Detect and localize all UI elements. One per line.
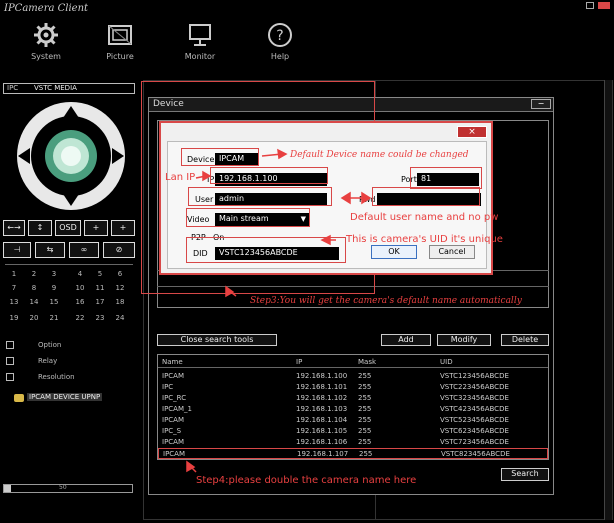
annotation-arrows: [186, 148, 372, 473]
